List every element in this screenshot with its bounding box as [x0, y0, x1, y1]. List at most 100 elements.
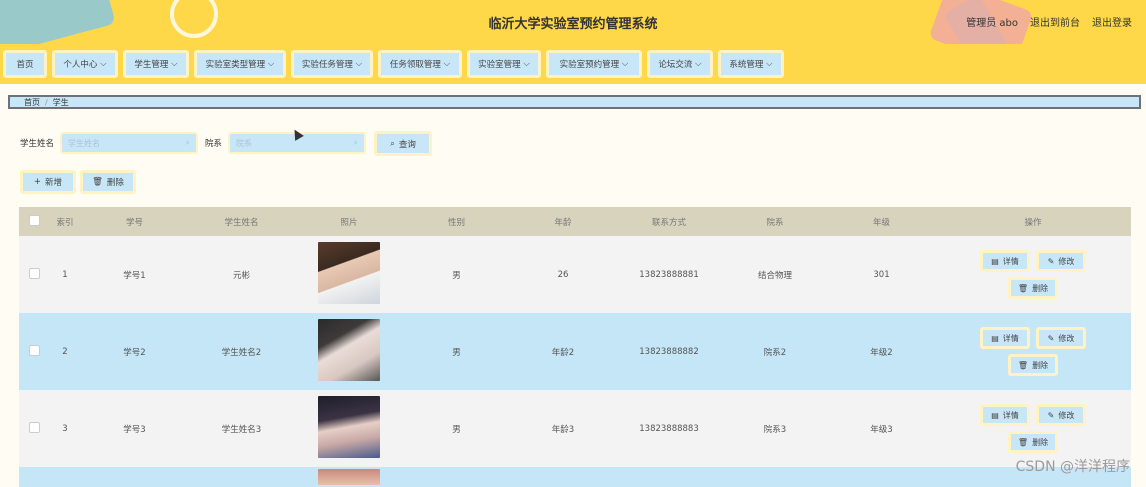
- chevron-down-icon: ⌵: [97, 59, 107, 69]
- nav-item-task-claims[interactable]: 任务领取管理 ⌵: [378, 50, 462, 78]
- breadcrumb: 首页 / 学生: [8, 95, 1141, 109]
- search-icon: ⌕: [390, 138, 395, 149]
- cell-student-no: 学号3: [123, 424, 146, 435]
- column-header: 年级: [828, 207, 935, 236]
- chevron-down-icon: ⌵: [692, 59, 702, 69]
- cell-grade: 年级2: [870, 347, 893, 358]
- pencil-icon: ✎: [1047, 410, 1055, 420]
- row-checkbox[interactable]: [28, 421, 40, 433]
- plus-icon: +: [33, 177, 42, 187]
- document-icon: ▤: [991, 333, 999, 343]
- cell-gender: 男: [452, 270, 461, 281]
- delete-button[interactable]: 🗑 删除: [1008, 277, 1058, 299]
- chevron-down-icon: ⌵: [352, 59, 363, 69]
- table-row: 1 学号1 元彬 男 26 13823888881 结合物理 301 ▤ 详情 ✎…: [19, 236, 1131, 313]
- edit-button[interactable]: ✎ 修改: [1036, 250, 1086, 272]
- column-header: 性别: [403, 207, 510, 236]
- select-all-checkbox[interactable]: [28, 214, 40, 226]
- name-search-label: 学生姓名: [20, 139, 55, 149]
- delete-button[interactable]: 🗑 删除: [1008, 431, 1058, 453]
- search-icon: ⌕: [353, 138, 359, 147]
- name-search-input[interactable]: 学生姓名 ⌕: [60, 132, 199, 154]
- nav-item-students[interactable]: 学生管理 ⌵: [123, 50, 189, 78]
- pencil-icon: ✎: [1047, 333, 1055, 343]
- column-header: 学生姓名: [188, 207, 295, 236]
- table-row: 3 学号3 学生姓名3 男 年龄3 13823888883 院系3 年级3 ▤ 详…: [19, 390, 1131, 467]
- nav-item-forum[interactable]: 论坛交流 ⌵: [647, 50, 713, 78]
- student-photo: [318, 396, 380, 458]
- student-photo: [318, 469, 380, 485]
- trash-icon: 🗑: [1017, 360, 1029, 370]
- cell-student-no: 学号2: [123, 347, 146, 358]
- dept-search-group: 院系 院系 ⌕: [205, 131, 367, 155]
- column-header: 学号: [81, 207, 188, 236]
- student-photo: [318, 242, 380, 304]
- search-icon: ⌕: [185, 138, 191, 147]
- delete-button[interactable]: 🗑 删除: [1008, 354, 1058, 376]
- row-checkbox[interactable]: [28, 267, 40, 279]
- front-link[interactable]: 退出到前台: [1030, 14, 1080, 29]
- chevron-down-icon: ⌵: [520, 59, 530, 69]
- edit-button[interactable]: ✎ 修改: [1036, 327, 1086, 349]
- table-row: [19, 467, 1131, 487]
- cell-index: 1: [62, 269, 68, 280]
- add-button[interactable]: + 新增: [20, 170, 76, 194]
- cell-dept: 院系3: [763, 424, 787, 435]
- cell-gender: 男: [452, 347, 461, 358]
- cell-name: 元彬: [232, 270, 250, 281]
- cell-phone: 13823888881: [639, 269, 699, 280]
- user-area: 管理员 abo 退出到前台 退出登录: [966, 14, 1132, 29]
- cell-age: 年龄3: [551, 424, 575, 435]
- column-header: 联系方式: [616, 207, 722, 236]
- nav-item-lab-bookings[interactable]: 实验室预约管理 ⌵: [546, 50, 642, 78]
- detail-button[interactable]: ▤ 详情: [980, 404, 1030, 426]
- column-header: 年龄: [510, 207, 616, 236]
- cell-phone: 13823888883: [639, 423, 699, 434]
- cell-student-no: 学号1: [123, 270, 146, 281]
- watermark: CSDN @洋洋程序: [1015, 459, 1130, 475]
- bulk-delete-button[interactable]: 🗑 删除: [80, 170, 136, 194]
- cell-index: 2: [62, 346, 68, 357]
- detail-button[interactable]: ▤ 详情: [980, 327, 1030, 349]
- cell-grade: 年级3: [870, 424, 893, 435]
- dept-search-label: 院系: [205, 139, 223, 149]
- top-header: 临沂大学实验室预约管理系统 管理员 abo 退出到前台 退出登录: [0, 0, 1146, 44]
- row-actions: ▤ 详情 ✎ 修改 🗑 删除: [968, 404, 1098, 453]
- column-header: 照片: [295, 207, 403, 236]
- nav-item-labs[interactable]: 实验室管理 ⌵: [467, 50, 541, 78]
- nav-item-tasks[interactable]: 实验任务管理 ⌵: [291, 50, 373, 78]
- logout-link[interactable]: 退出登录: [1092, 14, 1132, 29]
- cell-gender: 男: [452, 424, 461, 435]
- document-icon: ▤: [991, 256, 999, 266]
- edit-button[interactable]: ✎ 修改: [1036, 404, 1086, 426]
- cell-dept: 结合物理: [757, 270, 792, 281]
- trash-icon: 🗑: [1017, 283, 1029, 293]
- breadcrumb-current: 学生: [52, 97, 69, 107]
- column-header: 索引: [49, 207, 81, 236]
- row-actions: ▤ 详情 ✎ 修改 🗑 删除: [968, 327, 1098, 376]
- nav-item-personal[interactable]: 个人中心 ⌵: [52, 50, 118, 78]
- nav-item-system[interactable]: 系统管理 ⌵: [718, 50, 784, 78]
- nav-item-home[interactable]: 首页: [3, 50, 47, 78]
- user-label: 管理员 abo: [966, 18, 1018, 29]
- document-icon: ▤: [991, 410, 999, 420]
- cell-name: 学生姓名2: [221, 347, 262, 358]
- query-button[interactable]: ⌕ 查询: [374, 131, 432, 156]
- student-photo: [318, 319, 380, 381]
- breadcrumb-home[interactable]: 首页: [24, 97, 40, 108]
- table-header: 索引 学号 学生姓名 照片 性别 年龄 联系方式 院系 年级 操作: [19, 207, 1131, 236]
- detail-button[interactable]: ▤ 详情: [980, 250, 1030, 272]
- cell-index: 3: [62, 423, 68, 434]
- cell-grade: 301: [873, 269, 890, 280]
- name-search-group: 学生姓名 学生姓名 ⌕: [20, 131, 199, 155]
- cell-name: 学生姓名3: [221, 424, 262, 435]
- cell-phone: 13823888882: [639, 346, 699, 357]
- chevron-down-icon: ⌵: [440, 59, 451, 69]
- cell-age: 年龄2: [551, 347, 575, 358]
- pencil-icon: ✎: [1047, 256, 1055, 266]
- column-header: 操作: [935, 207, 1131, 236]
- trash-icon: 🗑: [92, 177, 103, 187]
- nav-item-lab-types[interactable]: 实验室类型管理 ⌵: [194, 50, 286, 78]
- row-checkbox[interactable]: [28, 344, 40, 356]
- cell-age: 26: [557, 269, 569, 280]
